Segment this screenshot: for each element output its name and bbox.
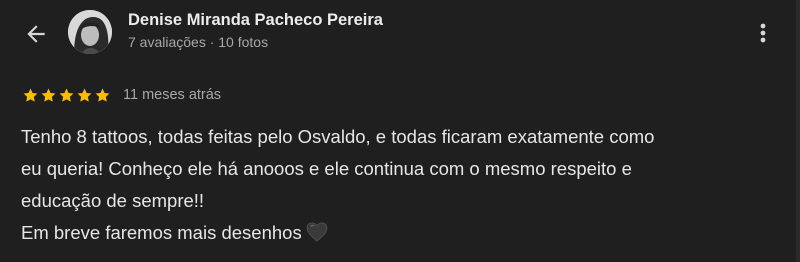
star-icon [59,88,74,102]
arrow-left-icon [27,25,45,43]
avatar-photo [68,10,112,54]
back-button[interactable] [20,18,52,50]
more-options-button[interactable] [750,18,776,48]
review-date: 11 meses atrás [123,87,222,103]
rating-row: 11 meses atrás [22,85,221,105]
review-line: eu queria! Conheço ele há anooos e ele c… [21,158,632,179]
review-text: Tenho 8 tattoos, todas feitas pelo Osval… [21,121,761,249]
scroll-edge [796,0,800,262]
review-screen: Denise Miranda Pacheco Pereira 7 avaliaç… [0,0,800,262]
black-heart-icon [306,222,328,242]
avatar[interactable] [68,10,112,54]
more-vertical-icon [760,23,766,43]
star-icon [95,88,110,102]
author-meta: 7 avaliações · 10 fotos [128,34,269,50]
star-icon [23,88,38,102]
review-line: Tenho 8 tattoos, todas feitas pelo Osval… [21,126,655,147]
review-line-last: Em breve faremos mais desenhos [21,217,761,249]
review-line-text: Em breve faremos mais desenhos [21,222,302,243]
author-name[interactable]: Denise Miranda Pacheco Pereira [128,11,383,30]
star-icon [41,88,56,102]
star-rating [22,87,111,104]
star-icon [77,88,92,102]
review-line: educação de sempre!! [21,190,205,211]
